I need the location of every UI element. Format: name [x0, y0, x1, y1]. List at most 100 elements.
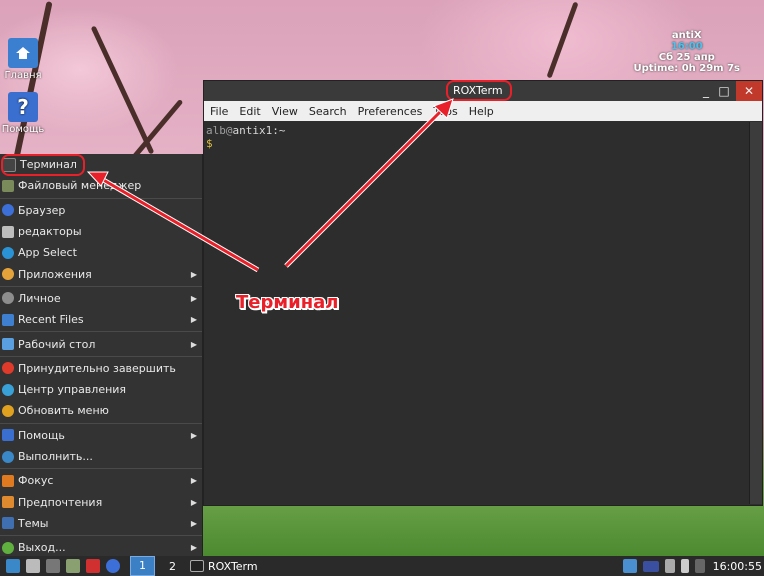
system-info-conky: antiX 16:00 Сб 25 апр Uptime: 0h 29m 7s: [634, 30, 740, 74]
prompt-symbol: $: [206, 137, 213, 150]
start-menu-icon[interactable]: [6, 559, 20, 573]
menu-item-label: Приложения: [18, 267, 92, 281]
menu-separator: [0, 197, 202, 199]
menu-item-force-quit[interactable]: Принудительно завершить: [0, 358, 202, 379]
menu-item-label: Помощь: [18, 428, 65, 442]
task-roxterm[interactable]: ROXTerm: [208, 560, 258, 573]
prompt-line: alb@antix1:~: [206, 124, 749, 137]
menu-item-label: Рабочий стол: [18, 337, 96, 351]
menu-help[interactable]: Help: [469, 105, 494, 118]
menu-item-label: Предпочтения: [18, 495, 103, 509]
tray-icon[interactable]: [694, 559, 705, 573]
file-manager-icon: [2, 179, 14, 192]
desktop-icon-label: Главня: [4, 70, 42, 81]
submenu-arrow-icon: ▶: [190, 497, 197, 507]
windows-icon[interactable]: [26, 559, 40, 573]
menu-item-preferences[interactable]: Предпочтения ▶: [0, 491, 202, 512]
workspace-1-button[interactable]: 1: [130, 556, 155, 576]
annotation-label: Терминал: [236, 292, 339, 313]
trash-icon[interactable]: [46, 559, 60, 573]
minimize-button[interactable]: _: [698, 81, 714, 101]
menu-item-desktop[interactable]: Рабочий стол ▶: [0, 333, 202, 354]
prompt-user: alb: [206, 124, 226, 137]
menu-separator: [0, 422, 202, 424]
volume-icon[interactable]: [664, 559, 675, 573]
us-flag-icon[interactable]: [642, 560, 659, 572]
menu-view[interactable]: View: [272, 105, 298, 118]
submenu-arrow-icon: ▶: [190, 293, 197, 303]
menu-edit[interactable]: Edit: [239, 105, 260, 118]
exit-icon: [2, 541, 14, 554]
close-button[interactable]: ✕: [736, 81, 762, 101]
workspace-2-button[interactable]: 2: [169, 560, 176, 573]
submenu-arrow-icon: ▶: [190, 269, 197, 279]
menu-search[interactable]: Search: [309, 105, 347, 118]
submenu-arrow-icon: ▶: [190, 543, 197, 553]
network-icon[interactable]: [622, 559, 637, 573]
focus-icon: [2, 474, 14, 487]
refresh-menu-icon: [2, 404, 14, 417]
menu-item-applications[interactable]: Приложения ▶: [0, 263, 202, 284]
help-icon: ?: [8, 92, 38, 122]
menu-file[interactable]: File: [210, 105, 228, 118]
menu-item-themes[interactable]: Темы ▶: [0, 513, 202, 534]
preferences-icon: [2, 496, 14, 509]
menu-item-label: Центр управления: [18, 383, 127, 397]
recent-files-icon: [2, 313, 14, 326]
terminal-content[interactable]: alb@antix1:~ $: [204, 122, 749, 504]
prompt-host: antix1: [232, 124, 273, 137]
menu-item-app-select[interactable]: App Select: [0, 242, 202, 263]
conky-uptime: Uptime: 0h 29m 7s: [633, 63, 740, 74]
menu-item-editors[interactable]: редакторы: [0, 221, 202, 242]
maximize-button[interactable]: □: [716, 81, 732, 101]
conky-time: 16:00: [670, 41, 703, 52]
submenu-arrow-icon: ▶: [190, 476, 197, 486]
menu-item-browser[interactable]: Браузер: [0, 200, 202, 221]
submenu-arrow-icon: ▶: [190, 518, 197, 528]
menu-item-label: Личное: [18, 291, 61, 305]
desktop-icon-help[interactable]: ? Помощь: [0, 92, 46, 135]
menu-item-recent-files[interactable]: Recent Files ▶: [0, 309, 202, 330]
terminal-menubar: File Edit View Search Preferences Tabs H…: [204, 101, 762, 121]
conky-os: antiX: [671, 30, 702, 41]
menu-item-label: Recent Files: [18, 313, 84, 327]
prompt-at: @: [225, 124, 233, 137]
menu-item-file-manager[interactable]: Файловый менеджер: [0, 175, 202, 196]
conky-date: Сб 25 апр: [658, 52, 715, 63]
menu-item-refresh-menu[interactable]: Обновить меню: [0, 400, 202, 421]
folder-launcher-icon[interactable]: [86, 559, 100, 573]
terminal-scrollbar[interactable]: [749, 122, 762, 504]
browser-launcher-icon[interactable]: [106, 559, 120, 573]
menu-item-label: Файловый менеджер: [18, 179, 142, 193]
menu-separator: [0, 285, 202, 287]
desktop-icon: [2, 338, 14, 351]
personal-icon: [2, 292, 14, 305]
control-center-icon: [2, 383, 14, 396]
menu-item-label: Выход...: [18, 541, 66, 555]
menu-item-label: редакторы: [18, 225, 82, 239]
taskbar: 1 2 ROXTerm 16:00:55: [0, 556, 764, 576]
themes-icon: [2, 517, 14, 530]
app-select-icon: [2, 246, 14, 259]
submenu-arrow-icon: ▶: [190, 430, 197, 440]
submenu-arrow-icon: ▶: [190, 315, 197, 325]
battery-icon: [680, 559, 689, 573]
menu-item-personal[interactable]: Личное ▶: [0, 288, 202, 309]
file-manager-launcher-icon[interactable]: [66, 559, 80, 573]
tree-branch: [546, 1, 579, 79]
menu-item-label: Выполнить...: [18, 450, 93, 463]
home-folder-icon: [8, 38, 38, 68]
menu-item-help[interactable]: Помощь ▶: [0, 425, 202, 446]
desktop-icon-label: Помощь: [1, 124, 45, 135]
menu-item-label: App Select: [18, 246, 77, 260]
help-menu-icon: [2, 429, 14, 442]
run-icon: [2, 450, 14, 463]
highlight-terminal-menu-item: [1, 154, 85, 176]
menu-preferences[interactable]: Preferences: [358, 105, 423, 118]
menu-tabs[interactable]: Tabs: [433, 105, 457, 118]
desktop-icon-home[interactable]: Главня: [0, 38, 46, 81]
menu-item-control-center[interactable]: Центр управления: [0, 379, 202, 400]
menu-item-label: Темы: [18, 516, 49, 530]
menu-item-run[interactable]: Выполнить...: [0, 446, 202, 467]
menu-item-focus[interactable]: Фокус ▶: [0, 470, 202, 491]
